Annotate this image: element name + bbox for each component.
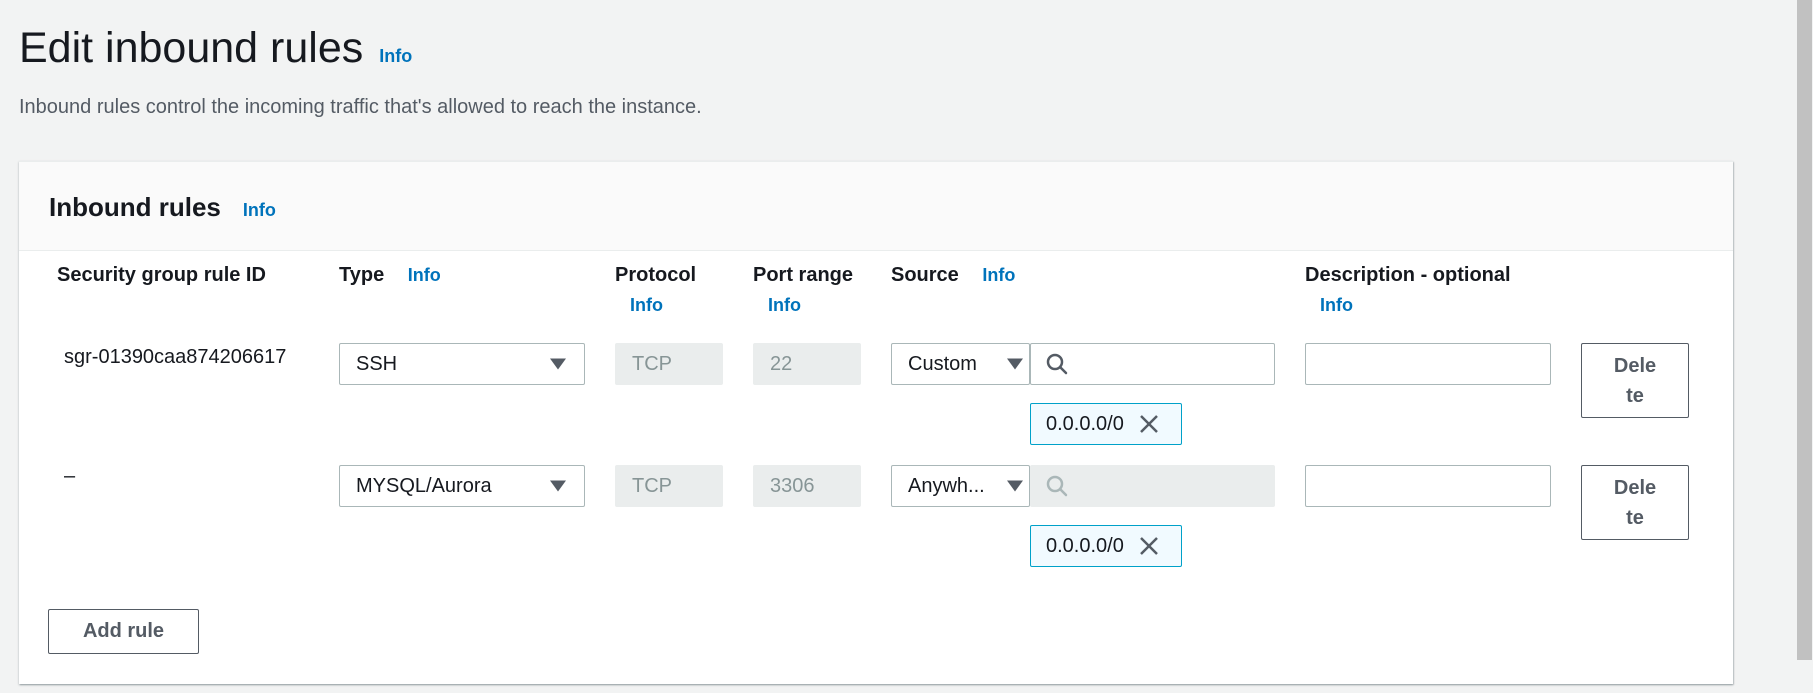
source-search-input[interactable] xyxy=(1030,343,1275,385)
port-range-field: 3306 xyxy=(753,465,861,507)
page-title: Edit inbound rules Info xyxy=(19,22,412,82)
chevron-down-icon xyxy=(550,358,566,370)
close-icon[interactable] xyxy=(1138,413,1160,435)
chevron-down-icon xyxy=(1007,358,1023,370)
search-icon xyxy=(1046,353,1068,375)
page-title-text: Edit inbound rules xyxy=(19,24,364,72)
delete-rule-button[interactable]: Delete xyxy=(1581,465,1689,540)
column-header-description-label: Description - optional xyxy=(1305,264,1511,286)
panel-title: Inbound rules Info xyxy=(49,192,276,223)
type-select-value: MYSQL/Aurora xyxy=(356,474,492,497)
search-icon xyxy=(1046,475,1068,497)
panel-title-info-link[interactable]: Info xyxy=(243,200,276,221)
source-info-link[interactable]: Info xyxy=(982,265,1015,285)
scrollbar-thumb[interactable] xyxy=(1797,0,1812,660)
chevron-down-icon xyxy=(550,480,566,492)
description-info-link[interactable]: Info xyxy=(1320,291,1511,319)
cidr-token: 0.0.0.0/0 xyxy=(1030,403,1182,445)
column-header-protocol-label: Protocol xyxy=(615,264,697,286)
column-header-source-label: Source xyxy=(891,264,959,286)
protocol-field: TCP xyxy=(615,465,723,507)
description-field[interactable] xyxy=(1305,343,1551,385)
rule-id: sgr-01390caa874206617 xyxy=(64,346,287,368)
panel-title-text: Inbound rules xyxy=(49,192,221,222)
source-type-select[interactable]: Anywh... xyxy=(891,465,1030,507)
column-header-description: Description - optional Info xyxy=(1305,261,1511,319)
delete-rule-button[interactable]: Delete xyxy=(1581,343,1689,418)
source-search-input xyxy=(1030,465,1275,507)
protocol-field: TCP xyxy=(615,343,723,385)
page-description: Inbound rules control the incoming traff… xyxy=(19,96,702,118)
type-select[interactable]: MYSQL/Aurora xyxy=(339,465,585,507)
column-header-source: Source Info xyxy=(891,261,1015,289)
close-icon[interactable] xyxy=(1138,535,1160,557)
cidr-token: 0.0.0.0/0 xyxy=(1030,525,1182,567)
port-range-info-link[interactable]: Info xyxy=(768,291,853,319)
column-header-type-label: Type xyxy=(339,264,385,286)
type-select[interactable]: SSH xyxy=(339,343,585,385)
cidr-token-label: 0.0.0.0/0 xyxy=(1046,534,1124,557)
chevron-down-icon xyxy=(1007,480,1023,492)
type-info-link[interactable]: Info xyxy=(408,265,441,285)
inbound-rules-panel: Inbound rules Info Security group rule I… xyxy=(19,161,1733,684)
source-type-select[interactable]: Custom xyxy=(891,343,1030,385)
page-scrollbar[interactable] xyxy=(1796,0,1813,693)
panel-header: Inbound rules Info xyxy=(19,162,1733,251)
page-title-info-link[interactable]: Info xyxy=(379,30,412,82)
rule-id: – xyxy=(64,465,76,487)
cidr-token-label: 0.0.0.0/0 xyxy=(1046,412,1124,435)
source-type-value: Custom xyxy=(908,352,977,375)
source-type-value: Anywh... xyxy=(908,474,985,497)
column-header-rule-id: Security group rule ID xyxy=(57,261,266,289)
type-select-value: SSH xyxy=(356,352,398,375)
add-rule-button[interactable]: Add rule xyxy=(48,609,199,654)
column-header-rule-id-label: Security group rule ID xyxy=(57,264,266,286)
column-header-port-range: Port range Info xyxy=(753,261,853,319)
column-header-protocol: Protocol Info xyxy=(615,261,696,319)
description-field[interactable] xyxy=(1305,465,1551,507)
protocol-info-link[interactable]: Info xyxy=(630,291,696,319)
column-header-type: Type Info xyxy=(339,261,441,289)
port-range-field: 22 xyxy=(753,343,861,385)
column-header-port-range-label: Port range xyxy=(753,264,854,286)
